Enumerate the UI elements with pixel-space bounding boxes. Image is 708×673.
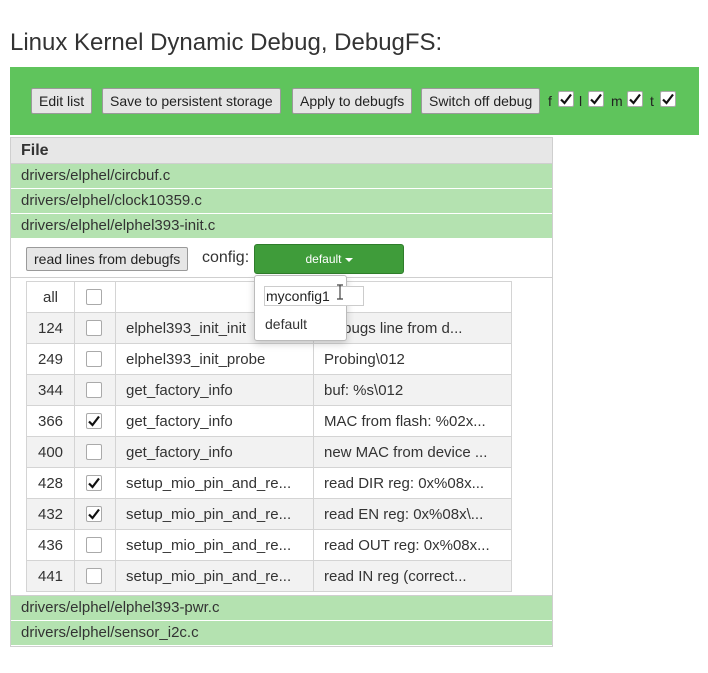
line-checkbox[interactable] xyxy=(86,413,102,429)
format-string: Probing\012 xyxy=(313,343,512,375)
format-string: read IN reg (correct... xyxy=(313,560,512,592)
check-icon xyxy=(662,93,674,105)
table-row: 432 setup_mio_pin_and_re... read EN reg: 0… xyxy=(26,498,512,530)
format-string: read OUT reg: 0x%08x... xyxy=(313,529,512,561)
function-name: setup_mio_pin_and_re... xyxy=(115,529,314,561)
line-checkbox[interactable] xyxy=(86,475,102,491)
file-row[interactable]: drivers/elphel/circbuf.c xyxy=(11,164,552,189)
flag-f-label: f xyxy=(548,93,552,109)
check-icon xyxy=(629,93,641,105)
config-dropdown-button[interactable]: default xyxy=(254,244,404,274)
table-row: 428 setup_mio_pin_and_re... read DIR reg: … xyxy=(26,467,512,499)
function-name: get_factory_info xyxy=(115,374,314,406)
line-checkbox[interactable] xyxy=(86,506,102,522)
format-string: read EN reg: 0x%08x\... xyxy=(313,498,512,530)
flag-m-label: m xyxy=(611,93,623,109)
file-table: File drivers/elphel/circbuf.c drivers/el… xyxy=(10,137,553,647)
table-row: 441 setup_mio_pin_and_re... read IN reg (c… xyxy=(26,560,512,592)
line-number: 400 xyxy=(26,436,75,468)
all-label: all xyxy=(26,281,75,313)
line-checkbox-cell xyxy=(74,374,116,406)
apply-to-debugfs-button[interactable]: Apply to debugfs xyxy=(292,88,413,114)
line-number: 436 xyxy=(26,529,75,561)
toolbar: Edit list Save to persistent storage App… xyxy=(10,67,699,135)
function-name: get_factory_info xyxy=(115,436,314,468)
line-number: 249 xyxy=(26,343,75,375)
flag-t-label: t xyxy=(650,93,654,109)
file-row-expanded[interactable]: drivers/elphel/elphel393-init.c xyxy=(11,214,552,239)
format-string: MAC from flash: %02x... xyxy=(313,405,512,437)
edit-list-button[interactable]: Edit list xyxy=(31,88,93,114)
line-checkbox-cell xyxy=(74,467,116,499)
read-lines-button[interactable]: read lines from debugfs xyxy=(26,247,189,271)
config-option-default[interactable]: default xyxy=(265,316,307,332)
line-checkbox[interactable] xyxy=(86,351,102,367)
flag-t-checkbox[interactable] xyxy=(660,91,676,107)
line-checkbox[interactable] xyxy=(86,320,102,336)
line-checkbox-cell xyxy=(74,312,116,344)
function-name: setup_mio_pin_and_re... xyxy=(115,467,314,499)
line-checkbox-cell xyxy=(74,529,116,561)
table-row: 366 get_factory_info MAC from flash: %02x.… xyxy=(26,405,512,437)
file-column-header: File xyxy=(11,138,552,164)
check-icon xyxy=(590,93,602,105)
file-details-toolbar: read lines from debugfs config: default xyxy=(11,239,552,278)
line-checkbox-cell xyxy=(74,343,116,375)
line-number: 432 xyxy=(26,498,75,530)
config-value: default xyxy=(305,252,342,266)
table-row: 249 elphel393_init_probe Probing\012 xyxy=(26,343,512,375)
select-all-checkbox[interactable] xyxy=(86,289,102,305)
page-title: Linux Kernel Dynamic Debug, DebugFS: xyxy=(10,29,443,56)
line-number: 344 xyxy=(26,374,75,406)
caret-down-icon xyxy=(344,257,353,262)
table-row: 400 get_factory_info new MAC from device .… xyxy=(26,436,512,468)
flag-f-checkbox[interactable] xyxy=(558,91,574,107)
format-string: read DIR reg: 0x%08x... xyxy=(313,467,512,499)
select-all-cell xyxy=(74,281,116,313)
file-row[interactable]: drivers/elphel/sensor_i2c.c xyxy=(11,621,552,646)
text-cursor-icon xyxy=(337,284,343,300)
function-name: elphel393_init_probe xyxy=(115,343,314,375)
line-checkbox[interactable] xyxy=(86,537,102,553)
flag-l-label: l xyxy=(579,93,583,109)
format-string: buf: %s\012 xyxy=(313,374,512,406)
save-to-persistent-storage-button[interactable]: Save to persistent storage xyxy=(102,88,281,114)
flag-m-checkbox[interactable] xyxy=(627,91,643,107)
flag-l-checkbox[interactable] xyxy=(588,91,604,107)
check-icon xyxy=(560,93,572,105)
file-row[interactable]: drivers/elphel/clock10359.c xyxy=(11,189,552,214)
table-row: 436 setup_mio_pin_and_re... read OUT reg: … xyxy=(26,529,512,561)
line-checkbox-cell xyxy=(74,405,116,437)
file-row[interactable]: drivers/elphel/elphel393-pwr.c xyxy=(11,596,552,621)
function-name: get_factory_info xyxy=(115,405,314,437)
format-string: new MAC from device ... xyxy=(313,436,512,468)
line-checkbox-cell xyxy=(74,436,116,468)
config-dropdown-menu: default xyxy=(254,275,364,341)
line-number: 366 xyxy=(26,405,75,437)
function-name: setup_mio_pin_and_re... xyxy=(115,498,314,530)
line-number: 441 xyxy=(26,560,75,592)
line-number: 124 xyxy=(26,312,75,344)
check-icon xyxy=(88,508,100,520)
function-name: setup_mio_pin_and_re... xyxy=(115,560,314,592)
config-label: config: xyxy=(202,249,250,266)
line-checkbox[interactable] xyxy=(86,568,102,584)
line-number: 428 xyxy=(26,467,75,499)
check-icon xyxy=(88,415,100,427)
line-checkbox-cell xyxy=(74,498,116,530)
new-config-input[interactable] xyxy=(264,286,364,306)
line-checkbox[interactable] xyxy=(86,444,102,460)
line-checkbox[interactable] xyxy=(86,382,102,398)
check-icon xyxy=(88,477,100,489)
line-checkbox-cell xyxy=(74,560,116,592)
switch-off-debug-button[interactable]: Switch off debug xyxy=(421,88,541,114)
table-row: 344 get_factory_info buf: %s\012 xyxy=(26,374,512,406)
